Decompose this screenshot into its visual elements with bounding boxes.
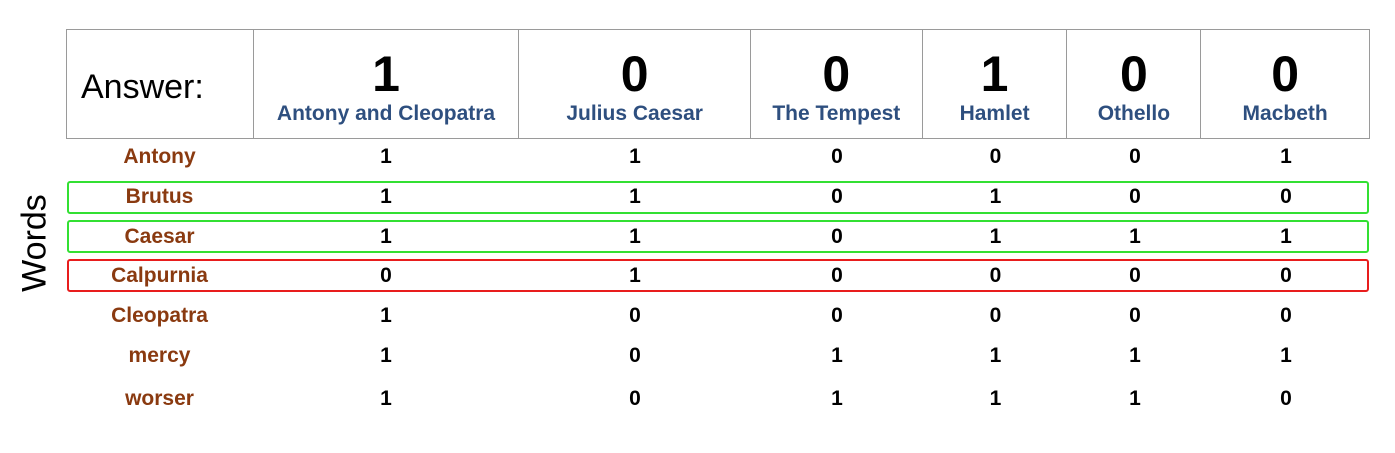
play-title: Hamlet <box>959 102 1030 125</box>
matrix-cell: 1 <box>1280 344 1292 367</box>
matrix-cell: 0 <box>831 145 843 168</box>
word-label: mercy <box>128 344 191 367</box>
matrix-cell: 0 <box>989 264 1002 287</box>
play-title: Macbeth <box>1242 102 1328 125</box>
matrix-cell: 1 <box>380 185 392 208</box>
answer-value: 0 <box>1119 46 1148 102</box>
matrix-cell: 1 <box>1129 387 1141 410</box>
matrix-cell: 1 <box>380 387 392 410</box>
word-label: worser <box>125 387 194 410</box>
play-title: Antony and Cleopatra <box>276 102 496 125</box>
matrix-cell: 1 <box>380 225 392 248</box>
words-axis-label: Words <box>10 163 60 323</box>
matrix-cell: 0 <box>1129 264 1141 287</box>
word-label: Brutus <box>125 185 194 208</box>
matrix-row: Cleopatra 1 0 0 0 0 0 <box>66 298 1370 334</box>
matrix-cell: 0 <box>831 225 843 248</box>
word-label: Antony <box>123 145 196 168</box>
answer-value: 0 <box>620 46 649 102</box>
matrix-cell: 0 <box>1280 185 1292 208</box>
matrix-row: worser 1 0 1 1 1 0 <box>66 381 1370 417</box>
word-label: Caesar <box>124 225 195 248</box>
matrix-row: mercy 1 0 1 1 1 1 <box>66 338 1370 374</box>
matrix-row: Antony 1 1 0 0 0 1 <box>66 139 1370 175</box>
matrix-cell: 0 <box>1129 304 1141 327</box>
matrix-cell: 0 <box>380 264 392 287</box>
matrix-cell: 1 <box>989 225 1002 248</box>
answer-cell-play-5: 0 Othello <box>1067 30 1202 138</box>
answer-value: 1 <box>980 46 1009 102</box>
matrix-cell: 0 <box>831 264 843 287</box>
matrix-cell: 1 <box>989 185 1002 208</box>
matrix-cell: 0 <box>1280 387 1292 410</box>
matrix-cell: 1 <box>1280 145 1292 168</box>
answer-cell-play-4: 1 Hamlet <box>923 30 1068 138</box>
matrix-cell: 1 <box>831 344 843 367</box>
matrix-cell: 1 <box>380 145 392 168</box>
matrix-cell: 0 <box>629 304 641 327</box>
play-title: Othello <box>1097 102 1171 125</box>
answer-cell-play-2: 0 Julius Caesar <box>519 30 751 138</box>
matrix-cell: 0 <box>989 145 1002 168</box>
matrix-cell: 1 <box>989 344 1002 367</box>
matrix-cell: 1 <box>989 387 1002 410</box>
word-label: Cleopatra <box>111 304 208 327</box>
words-axis-text: Words <box>15 194 54 292</box>
matrix-row: Caesar 1 1 0 1 1 1 <box>66 219 1370 255</box>
matrix-cell: 0 <box>1129 145 1141 168</box>
answer-cell-play-1: 1 Antony and Cleopatra <box>254 30 520 138</box>
play-title: Julius Caesar <box>566 102 703 125</box>
matrix-cell: 0 <box>629 344 641 367</box>
matrix-cell: 1 <box>1129 344 1141 367</box>
word-label: Calpurnia <box>111 264 208 287</box>
matrix-cell: 0 <box>831 304 843 327</box>
answer-value: 1 <box>372 46 400 102</box>
matrix-cell: 1 <box>380 304 392 327</box>
matrix-cell: 1 <box>629 185 641 208</box>
answer-cell-play-6: 0 Macbeth <box>1201 30 1369 138</box>
answer-label: Answer: <box>81 68 204 106</box>
matrix-row: Brutus 1 1 0 1 0 0 <box>66 179 1370 215</box>
answer-cell-play-3: 0 The Tempest <box>751 30 923 138</box>
matrix-cell: 1 <box>380 344 392 367</box>
matrix-cell: 0 <box>1129 185 1141 208</box>
answer-header-row: Answer: 1 Antony and Cleopatra 0 Julius … <box>66 29 1370 139</box>
matrix-cell: 0 <box>629 387 641 410</box>
answer-label-cell: Answer: <box>67 30 254 138</box>
matrix-cell: 0 <box>1280 264 1292 287</box>
matrix-cell: 1 <box>629 264 641 287</box>
matrix-cell: 1 <box>831 387 843 410</box>
answer-value: 0 <box>1271 46 1300 102</box>
matrix-cell: 1 <box>629 225 641 248</box>
matrix-cell: 1 <box>1280 225 1292 248</box>
matrix-cell: 0 <box>1280 304 1292 327</box>
matrix-cell: 0 <box>831 185 843 208</box>
matrix-cell: 0 <box>989 304 1002 327</box>
matrix-cell: 1 <box>1129 225 1141 248</box>
answer-value: 0 <box>822 46 851 102</box>
matrix-cell: 1 <box>629 145 641 168</box>
matrix-row: Calpurnia 0 1 0 0 0 0 <box>66 258 1370 294</box>
play-title: The Tempest <box>772 102 901 125</box>
